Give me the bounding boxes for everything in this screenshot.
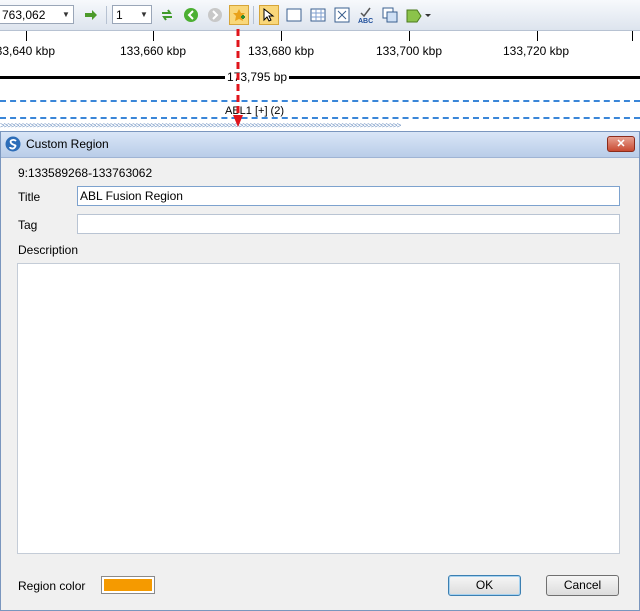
forward-icon[interactable] [206,6,224,24]
rectangle-icon[interactable] [285,6,303,24]
title-label: Title [18,190,41,204]
table-icon[interactable] [309,6,327,24]
ruler-tick-label: 133,680 kbp [247,44,315,58]
toolbar-separator [253,6,254,24]
selection-span-line [0,76,640,79]
coordinate-ruler: 133,640 kbp 133,660 kbp 133,680 kbp 133,… [0,31,640,69]
feature-bound-bottom [0,117,640,119]
region-color-fill [104,579,152,591]
refresh-icon[interactable] [158,6,176,24]
ruler-tick [632,31,633,41]
region-color-picker[interactable] [101,576,155,594]
ruler-tick [281,31,282,41]
annotation-arrow-icon [233,29,243,127]
copy-icon[interactable] [381,6,399,24]
dialog-title: Custom Region [26,137,109,151]
ruler-tick-label: 133,660 kbp [119,44,187,58]
track-area[interactable]: 173,795 bp ABL1 [+] (2) >>>>>>>>>>>>>>>>… [0,69,640,131]
ruler-tick [409,31,410,41]
color-tag-icon[interactable] [405,6,431,24]
toolbar: 763,062 ▼ 1 ▼ ABC [0,0,640,31]
close-button[interactable]: ✕ [607,136,635,152]
app-logo-icon [5,136,21,152]
chevron-down-icon[interactable]: ▼ [59,6,73,23]
dialog-titlebar[interactable]: Custom Region ✕ [1,132,639,158]
description-label: Description [18,243,79,257]
tag-label: Tag [18,218,38,232]
tag-field[interactable] [77,214,620,234]
spellcheck-icon[interactable]: ABC [357,6,375,24]
ruler-tick [26,31,27,41]
title-field[interactable]: ABL Fusion Region [77,186,620,206]
cancel-button[interactable]: Cancel [546,575,619,596]
position-combo[interactable]: 763,062 ▼ [0,5,74,24]
region-coordinates: 9:133589268-133763062 [18,166,153,180]
svg-text:ABC: ABC [358,18,373,24]
back-icon[interactable] [182,6,200,24]
position-value: 763,062 [2,8,46,22]
zoom-value: 1 [116,8,123,22]
select-cursor-icon[interactable] [259,5,279,25]
chevron-down-icon[interactable]: ▼ [137,6,151,23]
region-color-label: Region color [18,579,86,593]
add-region-icon[interactable] [229,5,249,25]
ruler-tick-label: 133,640 kbp [0,44,56,58]
feature-bound-top [0,100,640,102]
ruler-tick-label: 133,720 kbp [502,44,570,58]
ruler-tick [153,31,154,41]
toolbar-separator [106,6,107,24]
zoom-combo[interactable]: 1 ▼ [112,5,152,24]
zoom-region-icon[interactable] [333,6,351,24]
ruler-tick [537,31,538,41]
description-textarea[interactable] [17,263,620,554]
ruler-tick-label: 133,700 kbp [375,44,443,58]
strand-arrows-track: >>>>>>>>>>>>>>>>>>>>>>>>>>>>>>>>>>>>>>>>… [0,122,401,130]
go-arrow-icon[interactable] [82,6,100,24]
custom-region-dialog: Custom Region ✕ 9:133589268-133763062 Ti… [0,131,640,611]
ok-button[interactable]: OK [448,575,521,596]
